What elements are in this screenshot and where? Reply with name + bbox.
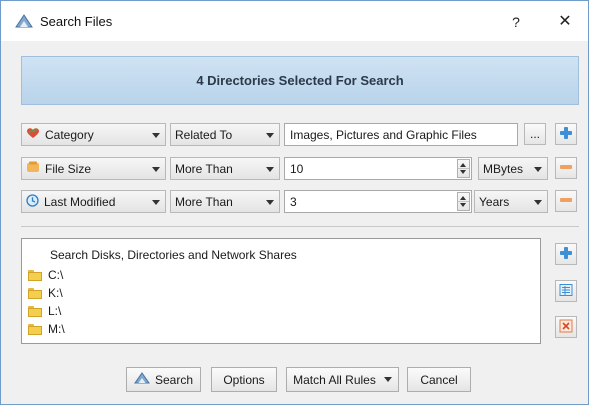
search-button[interactable]: Search [126,367,201,392]
rule-2-value: 10 [290,161,304,176]
list-item[interactable]: M:\ [28,321,65,337]
locations-list[interactable]: Search Disks, Directories and Network Sh… [21,238,541,344]
rule-3-operator-label: More Than [175,194,233,209]
last-modified-spinner[interactable] [457,192,470,211]
add-icon [559,246,573,263]
options-button-label: Options [223,372,265,387]
rule-2-field-select[interactable]: File Size [21,157,166,180]
match-rules-label: Match All Rules [293,372,376,387]
location-label: K:\ [48,286,63,300]
chevron-down-icon [266,133,274,138]
spin-up-icon [460,196,466,200]
size-unit-label: MBytes [483,161,524,176]
browse-category-button[interactable]: ... [524,123,546,145]
file-size-input[interactable]: 10 [284,157,472,180]
time-unit-select[interactable]: Years [474,190,548,213]
remove-rule-2-button[interactable] [555,157,577,179]
delete-icon [559,319,573,336]
folder-icon [28,287,42,299]
rule-2-operator-label: More Than [175,161,233,176]
chevron-down-icon [152,167,160,172]
spin-down-icon [460,170,466,174]
edit-location-button[interactable] [555,280,577,302]
clock-icon [26,193,39,210]
spin-down-icon [460,203,466,207]
rule-3-field-label: Last Modified [44,194,116,209]
match-rules-dropdown[interactable]: Match All Rules [286,367,399,392]
rule-3-operator-select[interactable]: More Than [170,190,280,213]
add-location-button[interactable] [555,243,577,265]
chevron-down-icon [266,200,274,205]
search-button-label: Search [154,372,194,387]
add-rule-button[interactable] [555,123,577,145]
location-label: M:\ [48,322,65,336]
rule-1-value: Images, Pictures and Graphic Files [290,127,477,142]
selection-banner: 4 Directories Selected For Search [21,56,579,105]
folder-icon [28,305,42,317]
browse-label: ... [529,127,540,141]
list-item[interactable]: C:\ [28,267,63,283]
search-files-dialog: Search Files ? ✕ 4 Directories Selected … [0,0,589,405]
file-size-icon [26,161,40,176]
time-unit-label: Years [479,194,510,209]
chevron-down-icon [152,133,160,138]
location-label: L:\ [48,304,62,318]
search-icon [134,371,150,388]
options-button[interactable]: Options [211,367,277,392]
add-icon [559,126,573,143]
help-button[interactable]: ? [504,11,528,33]
cancel-button[interactable]: Cancel [407,367,471,392]
file-size-spinner[interactable] [457,159,470,178]
folder-icon [28,323,42,335]
rule-1-field-select[interactable]: Category [21,123,166,146]
last-modified-input[interactable]: 3 [284,190,472,213]
close-button[interactable]: ✕ [553,11,577,33]
window-title: Search Files [40,14,113,29]
chevron-down-icon [534,167,542,172]
rule-2-field-label: File Size [45,161,92,176]
category-heart-icon [26,127,40,142]
remove-rule-3-button[interactable] [555,190,577,212]
spin-up-icon [460,163,466,167]
title-bar: Search Files ? ✕ [1,1,588,41]
rule-1-operator-label: Related To [175,127,233,142]
list-item[interactable]: L:\ [28,303,61,319]
size-unit-select[interactable]: MBytes [478,157,548,180]
banner-text: 4 Directories Selected For Search [196,73,404,88]
separator [21,226,579,227]
minus-icon [559,193,573,210]
remove-location-button[interactable] [555,316,577,338]
rule-2-operator-select[interactable]: More Than [170,157,280,180]
rule-1-field-label: Category [45,127,94,142]
rule-3-field-select[interactable]: Last Modified [21,190,166,213]
app-icon [15,13,33,29]
chevron-down-icon [383,377,392,382]
cancel-button-label: Cancel [420,372,458,387]
chevron-down-icon [534,200,542,205]
chevron-down-icon [152,200,160,205]
rule-1-operator-select[interactable]: Related To [170,123,280,146]
folder-icon [28,269,42,281]
minus-icon [559,160,573,177]
rule-1-value-field[interactable]: Images, Pictures and Graphic Files [284,123,518,146]
locations-header: Search Disks, Directories and Network Sh… [50,248,297,262]
chevron-down-icon [266,167,274,172]
location-label: C:\ [48,268,64,282]
list-item[interactable]: K:\ [28,285,63,301]
rule-3-value: 3 [290,194,297,209]
list-edit-icon [559,283,573,300]
